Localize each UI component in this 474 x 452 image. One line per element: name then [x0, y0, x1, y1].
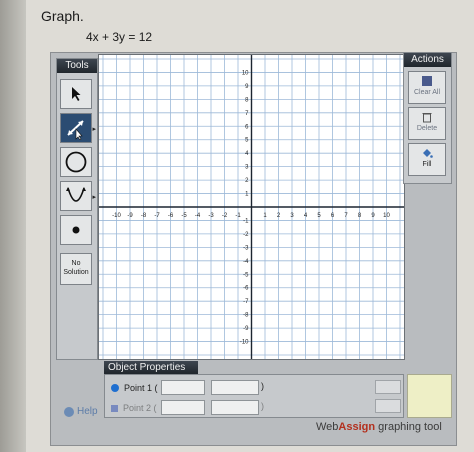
graph-canvas[interactable]: -10 -9 -8 -7 -6 -5 -4 -3 -2 -1 1 2 3 4 5 6 7 8 9 10 10 9 8 7 6 5 4…	[98, 54, 405, 360]
y-tick-label: 7	[245, 111, 249, 117]
x-tick-label: 4	[304, 213, 308, 219]
x-tick-label: -3	[208, 213, 214, 219]
x-tick-label: 9	[371, 213, 375, 219]
y-tick-label: -10	[240, 340, 249, 346]
y-tick-label: -7	[243, 299, 249, 305]
circle-tool-icon	[65, 151, 87, 173]
x-tick-label: 6	[331, 213, 335, 219]
clear-all-button[interactable]: Clear All	[408, 71, 446, 104]
x-tick-label: -5	[181, 213, 187, 219]
y-tick-label: -1	[243, 218, 249, 224]
delete-label: Delete	[416, 125, 438, 132]
no-solution-line2: Solution	[63, 269, 89, 276]
x-tick-label: -9	[127, 213, 133, 219]
y-tick-label: 2	[245, 178, 249, 184]
brand-rest: graphing tool	[375, 421, 442, 433]
x-tick-label: 1	[263, 213, 267, 219]
point2-color-icon	[111, 404, 118, 412]
x-tick-label: 2	[277, 213, 281, 219]
x-tick-label: -2	[222, 213, 228, 219]
y-tick-label: 8	[245, 97, 249, 103]
point2-row: Point 2 (	[111, 401, 157, 415]
parabola-tool-button[interactable]: ▸	[60, 181, 96, 211]
page-left-edge	[0, 0, 26, 452]
trash-icon	[422, 113, 432, 123]
y-tick-label: -5	[243, 272, 249, 278]
paint-bucket-icon	[423, 149, 433, 158]
properties-button-lower[interactable]	[375, 399, 401, 413]
point1-close-paren: )	[261, 381, 264, 391]
object-properties-header: Object Properties	[104, 361, 198, 374]
y-tick-label: -4	[243, 259, 249, 265]
point2-close-paren: )	[261, 401, 264, 411]
y-tick-label: -3	[243, 245, 249, 251]
point2-x-input[interactable]	[161, 400, 205, 415]
point-tool-button[interactable]	[60, 215, 92, 245]
x-tick-label: -4	[195, 213, 201, 219]
x-tick-label: -1	[235, 213, 241, 219]
y-tick-label: 5	[245, 138, 249, 144]
fill-label: Fill	[422, 161, 432, 168]
y-tick-label: 4	[245, 151, 249, 157]
point2-label: Point 2 (	[123, 403, 157, 413]
clear-all-label: Clear All	[413, 89, 441, 96]
help-icon	[64, 406, 74, 417]
circle-tool-button[interactable]	[60, 147, 92, 177]
point-tool-icon	[72, 226, 80, 234]
point1-label: Point 1 (	[124, 383, 158, 393]
x-tick-label: -8	[141, 213, 147, 219]
no-solution-button[interactable]: No Solution	[60, 253, 92, 285]
question-title: Graph.	[41, 8, 84, 24]
x-tick-label: -10	[112, 213, 121, 219]
y-tick-label: -6	[243, 286, 249, 292]
point1-x-input[interactable]	[161, 380, 205, 395]
y-tick-label: 1	[245, 192, 249, 198]
y-tick-label: 6	[245, 124, 249, 130]
brand-web: Web	[316, 421, 339, 433]
delete-button[interactable]: Delete	[408, 107, 446, 140]
tools-header: Tools	[57, 59, 97, 73]
actions-panel: Actions Clear All Delete Fill	[403, 52, 452, 184]
object-properties-panel: Point 1 ( ) Point 2 ( )	[104, 374, 404, 418]
properties-button-upper[interactable]	[375, 380, 401, 394]
point1-row: Point 1 (	[111, 381, 158, 395]
y-tick-label: -8	[243, 313, 249, 319]
x-tick-label: -7	[154, 213, 160, 219]
x-tick-label: 7	[344, 213, 348, 219]
clear-all-icon	[422, 76, 432, 86]
brand-assign: Assign	[338, 421, 376, 433]
y-tick-label: -9	[243, 326, 249, 332]
coordinate-grid[interactable]: -10 -9 -8 -7 -6 -5 -4 -3 -2 -1 1 2 3 4 5 6 7 8 9 10 10 9 8 7 6 5 4…	[99, 55, 404, 359]
point1-y-input[interactable]	[211, 380, 259, 395]
pointer-tool-button[interactable]	[60, 79, 92, 109]
point2-y-input[interactable]	[211, 400, 259, 415]
equation-text: 4x + 3y = 12	[86, 30, 153, 44]
webassign-branding: WebAssign graphing tool	[316, 421, 442, 433]
y-tick-label: -2	[243, 232, 249, 238]
help-link[interactable]: Help	[64, 406, 98, 417]
no-solution-line1: No	[71, 260, 81, 267]
x-tick-label: 3	[290, 213, 294, 219]
x-tick-label: -6	[168, 213, 174, 219]
x-tick-label: 5	[317, 213, 321, 219]
help-label: Help	[77, 406, 98, 417]
y-tick-label: 3	[245, 165, 249, 171]
line-tool-menu-icon[interactable]: ▸	[92, 125, 96, 133]
line-tool-icon	[67, 120, 84, 140]
parabola-tool-menu-icon[interactable]: ▸	[92, 193, 96, 201]
y-tick-label: 9	[245, 84, 249, 90]
fill-color-swatch[interactable]	[407, 374, 452, 418]
point1-color-icon	[111, 384, 119, 392]
parabola-tool-icon	[66, 187, 86, 202]
y-tick-label: 10	[242, 70, 249, 76]
fill-button[interactable]: Fill	[408, 143, 446, 176]
tools-panel: Tools ▸ ▸ No Solution	[56, 58, 98, 360]
arrow-pointer-icon	[72, 87, 81, 101]
x-tick-label: 8	[358, 213, 362, 219]
actions-header: Actions	[404, 53, 451, 67]
x-tick-label: 10	[383, 213, 390, 219]
line-tool-button[interactable]: ▸	[60, 113, 96, 143]
